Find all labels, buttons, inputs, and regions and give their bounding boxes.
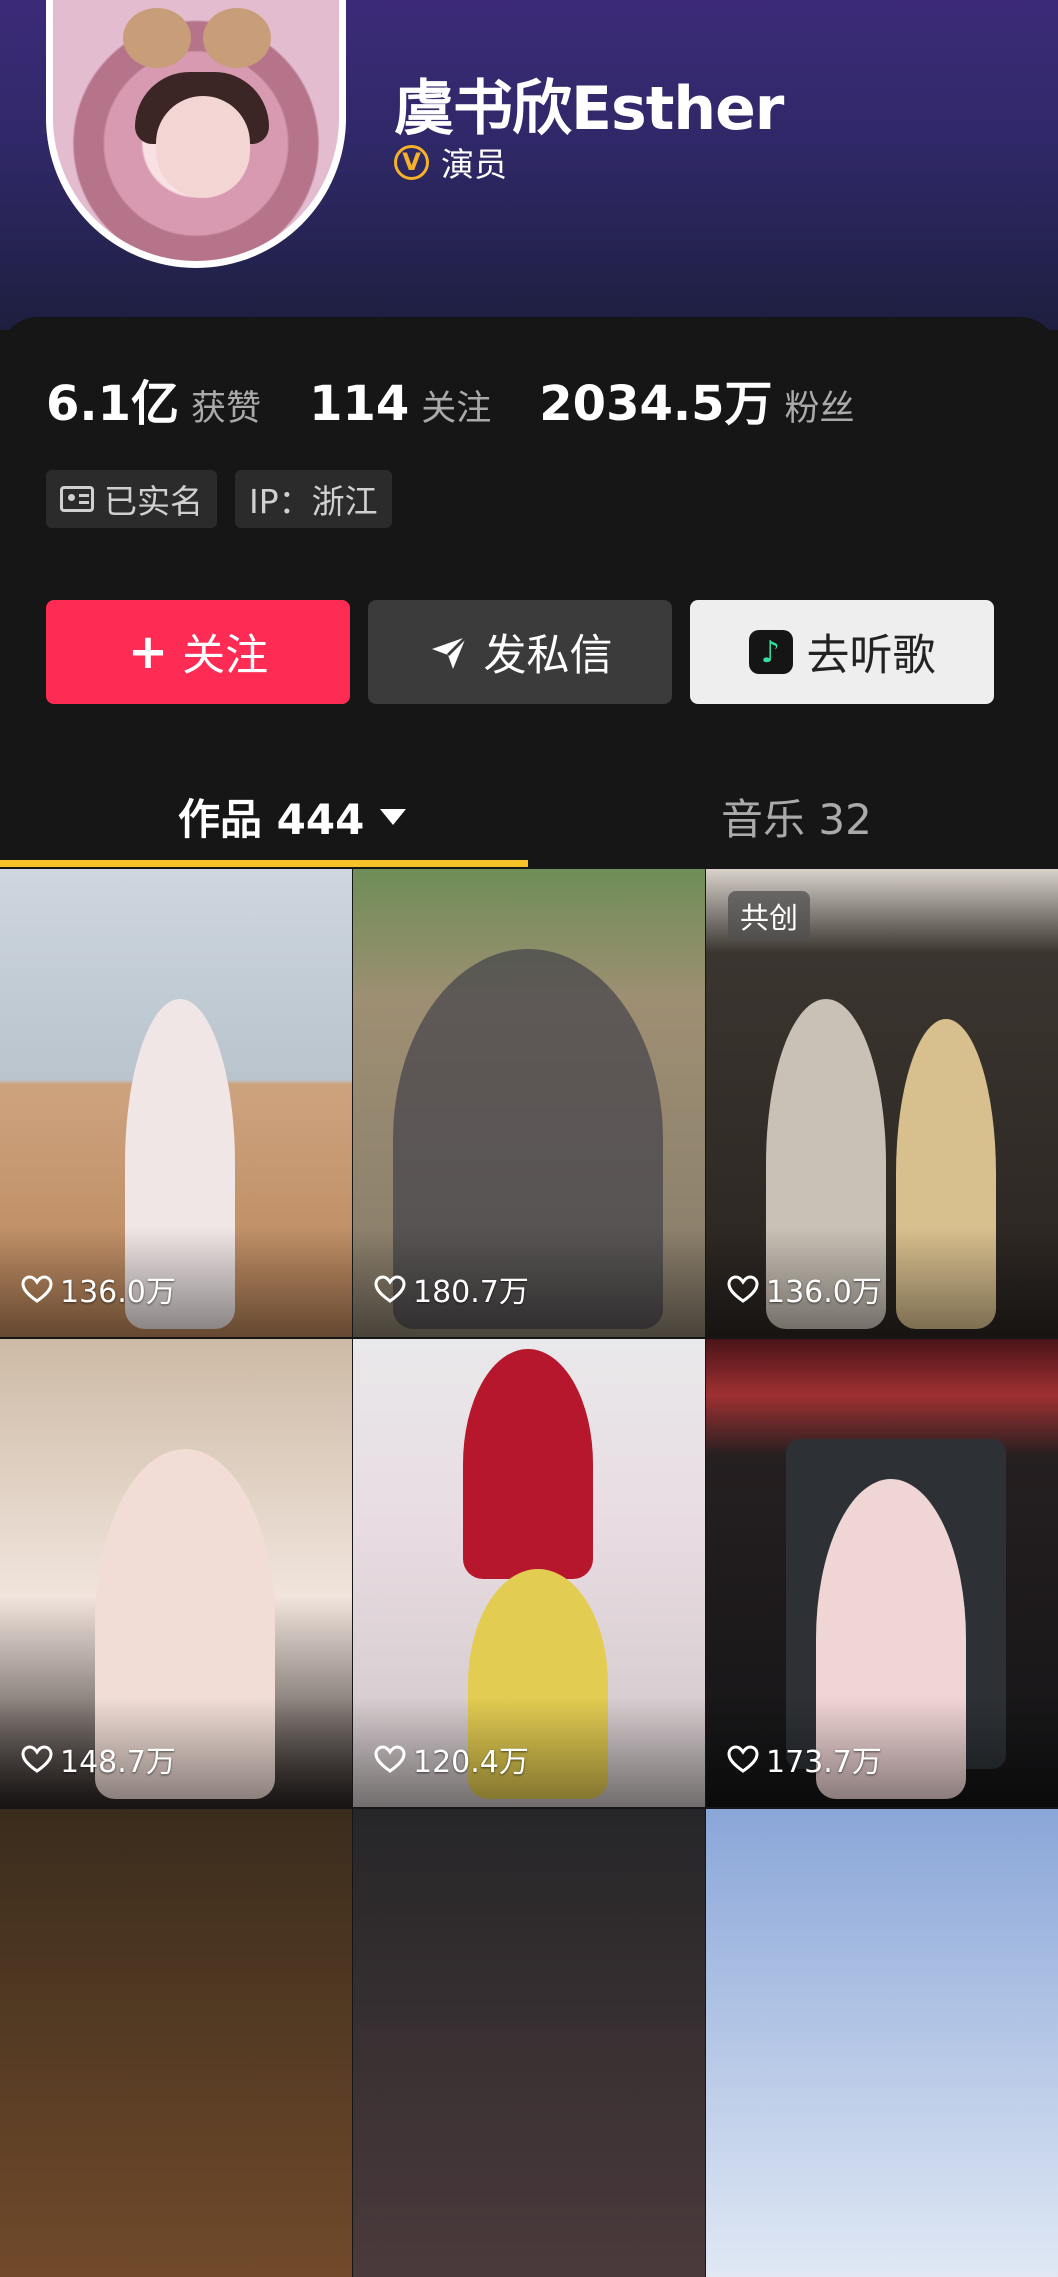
ip-location-label: IP：浙江 bbox=[249, 482, 378, 521]
profile-name: 虞书欣Esther bbox=[394, 74, 784, 144]
certification-label: 演员 bbox=[441, 145, 507, 184]
ip-location-tag: IP：浙江 bbox=[235, 470, 392, 528]
video-tile[interactable]: 173.7万 bbox=[706, 1339, 1058, 1807]
like-count-value: 136.0万 bbox=[766, 1275, 882, 1310]
like-count-value: 180.7万 bbox=[413, 1275, 529, 1310]
heart-icon bbox=[727, 1745, 759, 1773]
likes-count[interactable]: 6.1亿 bbox=[46, 364, 179, 434]
certification: V 演员 bbox=[394, 142, 507, 184]
video-grid: 136.0万 180.7万 共创 136.0万 148.7万 120.4万 17… bbox=[0, 869, 1058, 2277]
like-count: 136.0万 bbox=[726, 1267, 882, 1311]
video-tile[interactable]: 136.0万 bbox=[0, 869, 352, 1337]
profile-stats: 6.1亿 获赞 114 关注 2034.5万 粉丝 bbox=[46, 364, 903, 432]
video-tile[interactable] bbox=[353, 1809, 705, 2277]
like-count-value: 136.0万 bbox=[60, 1275, 176, 1310]
heart-icon bbox=[374, 1745, 406, 1773]
content-tabs: 作品 444 音乐 32 bbox=[0, 768, 1058, 868]
following-count[interactable]: 114 bbox=[309, 376, 409, 432]
likes-label: 获赞 bbox=[191, 389, 262, 429]
video-tile[interactable] bbox=[706, 1809, 1058, 2277]
like-count: 120.4万 bbox=[373, 1737, 529, 1781]
heart-icon bbox=[21, 1275, 53, 1303]
avatar[interactable] bbox=[46, 0, 346, 268]
followers-count[interactable]: 2034.5万 bbox=[539, 364, 772, 434]
listen-music-label: 去听歌 bbox=[806, 631, 936, 681]
co-creation-badge: 共创 bbox=[728, 891, 811, 941]
like-count: 180.7万 bbox=[373, 1267, 529, 1311]
music-app-icon: ♪ bbox=[748, 630, 793, 674]
video-tile[interactable] bbox=[0, 1809, 352, 2277]
verified-name-label: 已实名 bbox=[104, 482, 203, 521]
video-thumbnail-figure bbox=[463, 1349, 593, 1579]
like-count: 136.0万 bbox=[20, 1267, 176, 1311]
verified-v-icon: V bbox=[394, 144, 429, 180]
avatar-face bbox=[156, 96, 250, 198]
profile-header: 虞书欣Esther V 演员 bbox=[0, 0, 1058, 330]
like-count: 173.7万 bbox=[726, 1737, 882, 1781]
video-tile[interactable]: 148.7万 bbox=[0, 1339, 352, 1807]
message-label: 发私信 bbox=[483, 631, 613, 681]
active-tab-indicator bbox=[0, 860, 528, 867]
following-label: 关注 bbox=[421, 389, 492, 429]
listen-music-button[interactable]: ♪ 去听歌 bbox=[690, 600, 994, 704]
follow-button[interactable]: + 关注 bbox=[46, 600, 350, 704]
tab-music-label: 音乐 32 bbox=[721, 795, 872, 844]
profile-tags: 已实名 IP：浙江 bbox=[46, 470, 392, 528]
profile-actions: + 关注 发私信 ♪ 去听歌 bbox=[46, 600, 994, 704]
heart-icon bbox=[21, 1745, 53, 1773]
like-count: 148.7万 bbox=[20, 1737, 176, 1781]
heart-icon bbox=[727, 1275, 759, 1303]
video-tile[interactable]: 120.4万 bbox=[353, 1339, 705, 1807]
like-count-value: 120.4万 bbox=[413, 1745, 529, 1780]
tab-music[interactable]: 音乐 32 bbox=[721, 786, 872, 847]
hat-ear-right bbox=[203, 8, 271, 68]
id-card-icon bbox=[60, 486, 94, 512]
plus-icon: + bbox=[127, 624, 169, 680]
send-icon bbox=[431, 635, 467, 669]
tab-works[interactable]: 作品 444 bbox=[178, 786, 407, 847]
video-tile[interactable]: 共创 136.0万 bbox=[706, 869, 1058, 1337]
hat-ear-left bbox=[123, 8, 191, 68]
message-button[interactable]: 发私信 bbox=[368, 600, 672, 704]
follow-label: 关注 bbox=[182, 631, 269, 681]
heart-icon bbox=[374, 1275, 406, 1303]
dropdown-triangle-icon[interactable] bbox=[380, 808, 407, 825]
avatar-image bbox=[53, 0, 339, 261]
followers-label: 粉丝 bbox=[784, 389, 855, 429]
like-count-value: 173.7万 bbox=[766, 1745, 882, 1780]
video-tile[interactable]: 180.7万 bbox=[353, 869, 705, 1337]
verified-name-tag: 已实名 bbox=[46, 470, 217, 528]
like-count-value: 148.7万 bbox=[60, 1745, 176, 1780]
tab-works-label: 作品 444 bbox=[178, 795, 365, 844]
